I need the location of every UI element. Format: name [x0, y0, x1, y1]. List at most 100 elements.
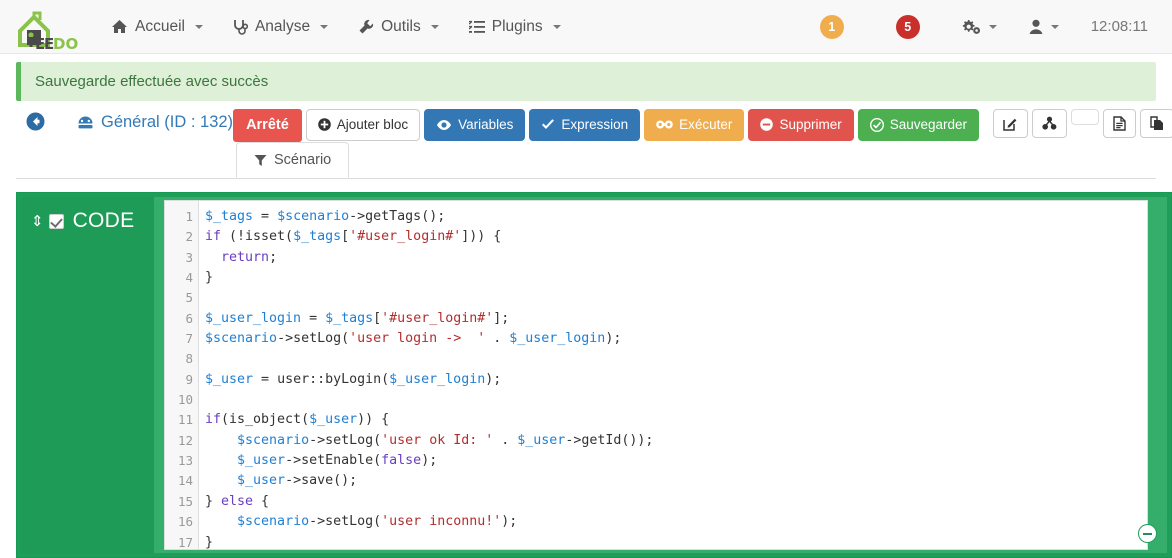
code-block-inner: ⇕ CODE 1 2 3 4 5 6 7 8 9 10 11 12 13 14 15 16 17 $_tags …: [21, 197, 1167, 553]
code-token: $_user_login: [509, 331, 606, 347]
code-token: ->setEnable(: [285, 453, 382, 469]
code-token: $_user: [205, 371, 254, 387]
top-navbar: E E DOM Accueil Analyse: [0, 0, 1172, 54]
house-logo-icon: E E DOM: [18, 11, 78, 53]
code-token: '#user_login#': [349, 229, 462, 245]
code-line: $_user = user::byLogin($_user_login);: [205, 370, 1147, 390]
share-nodes-button[interactable]: [1032, 109, 1068, 138]
user-menu-button[interactable]: [1013, 0, 1075, 54]
delete-button[interactable]: Supprimer: [748, 109, 854, 141]
code-token: $scenario: [205, 331, 278, 347]
expression-label: Expression: [561, 117, 629, 132]
code-line: $_tags = $scenario->getTags();: [205, 207, 1147, 227]
code-token: ->setLog(: [277, 331, 350, 347]
warning-badge[interactable]: 1: [819, 14, 844, 39]
nav-item-accueil[interactable]: Accueil: [96, 0, 218, 54]
code-token: }: [205, 270, 214, 286]
execute-button[interactable]: Exécuter: [644, 109, 745, 141]
scenario-state-badge[interactable]: Arrêté: [233, 109, 302, 142]
action-toolbar: Arrêté Ajouter bloc Variables Expression…: [233, 109, 1172, 142]
narrow-blank-button[interactable]: [1071, 109, 1100, 125]
scenario-title-label: Général (ID : 132): [101, 113, 234, 131]
line-number: 14: [177, 473, 193, 489]
code-token: [: [373, 310, 382, 326]
settings-menu-button[interactable]: [946, 0, 1013, 54]
save-button[interactable]: Sauvegarder: [857, 109, 980, 141]
code-line: }: [205, 533, 1147, 550]
code-token: $scenario: [237, 432, 310, 448]
success-alert: Sauvegarde effectuée avec succès: [16, 62, 1156, 101]
chevron-down-icon: [1050, 24, 1059, 29]
line-number: 10: [177, 392, 193, 408]
code-token: '#user_login#': [381, 310, 494, 326]
line-number: 3: [185, 249, 193, 265]
code-token: false: [381, 453, 422, 469]
error-badge[interactable]: 5: [895, 14, 920, 39]
code-token: ->getId());: [565, 432, 654, 448]
nav-item-outils[interactable]: Outils: [343, 0, 454, 54]
code-block-checkbox[interactable]: [48, 213, 64, 229]
home-icon: [112, 20, 127, 33]
code-editor[interactable]: 1 2 3 4 5 6 7 8 9 10 11 12 13 14 15 16 17 $_tags = $scen…: [164, 200, 1148, 550]
save-label: Sauvegarder: [889, 117, 968, 132]
tab-bar: Scénario: [236, 141, 350, 178]
code-token: 'user ok Id: ': [381, 432, 494, 448]
back-button[interactable]: [26, 112, 45, 135]
code-token: }: [205, 534, 214, 550]
code-token: ->getTags();: [349, 209, 446, 224]
code-token: .: [485, 331, 510, 347]
line-number: 11: [177, 412, 193, 428]
document-icon: [1113, 116, 1126, 131]
drag-vertical-icon[interactable]: ⇕: [31, 214, 44, 229]
code-token: {: [253, 493, 270, 509]
check-circle-icon: [869, 117, 884, 132]
minus-circle-icon: [760, 118, 774, 132]
tab-scenario[interactable]: Scénario: [236, 142, 350, 178]
code-line: return;: [205, 248, 1147, 268]
code-token: if: [205, 229, 222, 245]
tab-bar-divider: [16, 178, 1156, 179]
variables-button[interactable]: Variables: [424, 109, 526, 141]
jeedom-logo[interactable]: E E DOM: [0, 0, 96, 53]
navbar-left: E E DOM Accueil Analyse: [0, 0, 576, 53]
expression-button[interactable]: Expression: [529, 109, 641, 141]
copy-button[interactable]: [1140, 109, 1172, 138]
edit-button[interactable]: [993, 109, 1029, 138]
code-token: $_user: [517, 432, 566, 448]
nav-item-accueil-label: Accueil: [135, 17, 185, 35]
collapse-block-button[interactable]: [1138, 524, 1157, 543]
editor-line-numbers: 1 2 3 4 5 6 7 8 9 10 11 12 13 14 15 16 17: [165, 201, 199, 549]
chevron-down-icon: [194, 24, 203, 29]
nav-item-plugins[interactable]: Plugins: [454, 0, 576, 54]
page-header: Général (ID : 132) Arrêté Ajouter bloc V…: [0, 101, 1172, 179]
dashboard-icon: [78, 116, 93, 129]
scenario-title[interactable]: Général (ID : 132): [77, 113, 233, 132]
binoculars-icon: [656, 120, 673, 129]
code-token: $_tags: [293, 229, 342, 245]
nav-item-analyse[interactable]: Analyse: [218, 0, 343, 54]
code-token: $scenario: [277, 209, 350, 224]
code-token: );: [605, 331, 622, 347]
code-token: $_user_login: [205, 310, 302, 326]
copy-icon: [1150, 116, 1164, 130]
code-token: = user::byLogin(: [253, 371, 390, 387]
code-line: $_user_login = $_tags['#user_login#'];: [205, 309, 1147, 329]
line-number: 6: [185, 310, 193, 326]
code-line: $scenario->setLog('user ok Id: ' . $_use…: [205, 431, 1147, 451]
add-block-button[interactable]: Ajouter bloc: [305, 109, 421, 141]
code-token: (!isset(: [221, 229, 294, 245]
code-token: return: [221, 249, 270, 265]
code-token: 'user inconnu!': [381, 514, 502, 530]
document-button[interactable]: [1103, 109, 1137, 138]
code-line: $_user->save();: [205, 471, 1147, 491]
user-icon: [1029, 19, 1043, 34]
line-number: 12: [177, 432, 193, 448]
execute-label: Exécuter: [679, 117, 733, 132]
chevron-down-icon: [430, 24, 439, 29]
editor-code-content[interactable]: $_tags = $scenario->getTags(); if (!isset…: [199, 201, 1147, 549]
page-header-row: Général (ID : 132) Arrêté Ajouter bloc V…: [16, 109, 1172, 142]
